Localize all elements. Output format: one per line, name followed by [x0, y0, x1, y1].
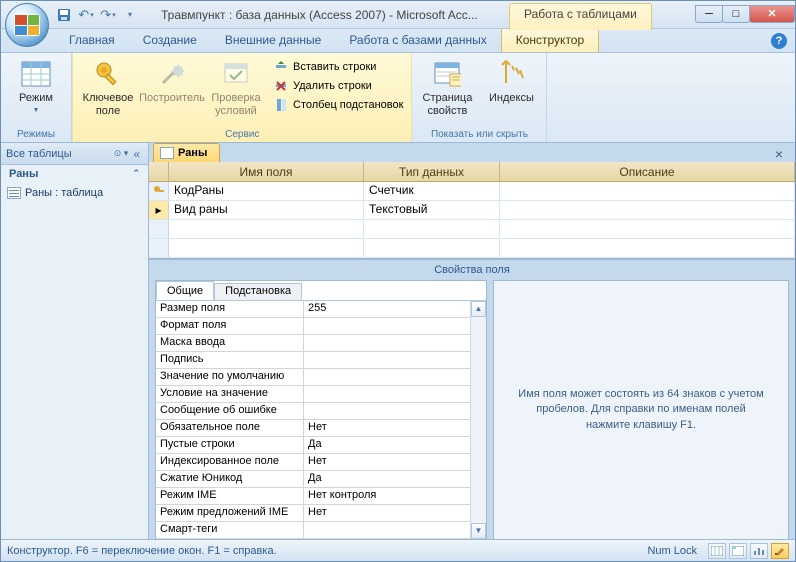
group-tools: Ключевое поле Построитель Проверка услов… [72, 53, 412, 142]
field-row-empty[interactable] [149, 220, 795, 239]
close-button[interactable]: ✕ [749, 5, 795, 23]
table-design-grid: Имя поля Тип данных Описание КодРаны Сче… [149, 162, 795, 539]
tab-design[interactable]: Конструктор [501, 27, 599, 52]
col-header-desc[interactable]: Описание [500, 162, 795, 181]
status-bar: Конструктор. F6 = переключение окон. F1 … [1, 539, 795, 561]
property-row[interactable]: Размер поля255 [156, 301, 486, 318]
col-header-type[interactable]: Тип данных [364, 162, 500, 181]
group-show-hide: Страница свойств Индексы Показать или ск… [412, 53, 547, 142]
lookup-column-button[interactable]: Столбец подстановок [269, 96, 407, 114]
navigation-pane: Все таблицы ⊙ ▾ « Раны ⌃ Раны : таблица [1, 143, 149, 539]
builder-button[interactable]: Построитель [141, 55, 203, 108]
property-row[interactable]: Режим предложений IMEНет [156, 505, 486, 522]
nav-table-item[interactable]: Раны : таблица [1, 183, 148, 203]
redo-icon[interactable]: ↷▾ [99, 6, 117, 24]
content-area: Все таблицы ⊙ ▾ « Раны ⌃ Раны : таблица … [1, 143, 795, 539]
titlebar: ↶▾ ↷▾ ▾ Травмпункт : база данных (Access… [1, 1, 795, 29]
pivot-chart-view-button[interactable] [750, 543, 768, 559]
row-selector[interactable]: ▸ [149, 201, 169, 219]
property-row[interactable]: Режим IMEНет контроля [156, 488, 486, 505]
field-row[interactable]: ▸ Вид раны Текстовый [149, 201, 795, 220]
property-row[interactable]: Значение по умолчанию [156, 369, 486, 386]
property-row[interactable]: Маска ввода [156, 335, 486, 352]
tab-lookup[interactable]: Подстановка [214, 283, 302, 300]
save-icon[interactable] [55, 6, 73, 24]
context-tab-caption: Работа с таблицами [509, 3, 652, 30]
property-row[interactable]: Обязательное полеНет [156, 420, 486, 437]
datasheet-view-button[interactable] [708, 543, 726, 559]
collapse-group-icon[interactable]: ⌃ [132, 168, 140, 180]
property-row[interactable]: Индексированное полеНет [156, 454, 486, 471]
property-sheet-button[interactable]: Страница свойств [416, 55, 478, 120]
insert-rows-button[interactable]: Вставить строки [269, 58, 407, 76]
quick-access-toolbar: ↶▾ ↷▾ ▾ [55, 6, 139, 24]
numlock-indicator: Num Lock [647, 545, 697, 557]
property-row[interactable]: Условие на значение [156, 386, 486, 403]
property-row[interactable]: Смарт-теги [156, 522, 486, 539]
undo-icon[interactable]: ↶▾ [77, 6, 95, 24]
navpane-filter-icon[interactable]: ⊙ ▾ [112, 148, 131, 159]
validation-icon [220, 58, 252, 90]
col-header-name[interactable]: Имя поля [169, 162, 364, 181]
view-button[interactable]: Режим ▼ [5, 55, 67, 118]
status-text: Конструктор. F6 = переключение окон. F1 … [7, 545, 277, 557]
access-window: ↶▾ ↷▾ ▾ Травмпункт : база данных (Access… [0, 0, 796, 562]
key-icon [92, 58, 124, 90]
office-button[interactable] [5, 3, 49, 47]
tab-create[interactable]: Создание [129, 28, 211, 52]
tab-external-data[interactable]: Внешние данные [211, 28, 336, 52]
maximize-button[interactable]: □ [722, 5, 750, 23]
close-tab-icon[interactable]: × [771, 146, 787, 162]
key-icon [153, 185, 165, 197]
properties-pane: Свойства поля Общие Подстановка Размер п… [149, 258, 795, 539]
window-title: Травмпункт : база данных (Access 2007) -… [161, 8, 478, 22]
main-area: Раны × Имя поля Тип данных Описание КодР… [149, 143, 795, 539]
indexes-icon [495, 58, 527, 90]
table-icon [160, 147, 174, 159]
property-sheet-icon [431, 58, 463, 90]
tab-database-tools[interactable]: Работа с базами данных [335, 28, 500, 52]
pivot-table-view-button[interactable] [729, 543, 747, 559]
group-views: Режим ▼ Режимы [1, 53, 72, 142]
row-selector[interactable] [149, 182, 169, 200]
property-help-pane: Имя поля может состоять из 64 знаков с у… [493, 280, 789, 539]
wand-icon [156, 58, 188, 90]
tab-general[interactable]: Общие [156, 281, 214, 300]
design-view-button[interactable] [771, 543, 789, 559]
delete-rows-button[interactable]: Удалить строки [269, 77, 407, 95]
property-row[interactable]: Пустые строкиДа [156, 437, 486, 454]
nav-group-header[interactable]: Раны ⌃ [1, 165, 148, 183]
tab-home[interactable]: Главная [55, 28, 129, 52]
delete-row-icon [273, 78, 289, 94]
navpane-header[interactable]: Все таблицы ⊙ ▾ « [1, 143, 148, 165]
object-tab-strip: Раны × [149, 143, 795, 162]
insert-row-icon [273, 59, 289, 75]
property-row[interactable]: Формат поля [156, 318, 486, 335]
navpane-collapse-icon[interactable]: « [130, 147, 143, 161]
lookup-icon [273, 97, 289, 113]
object-tab[interactable]: Раны [153, 143, 220, 162]
primary-key-button[interactable]: Ключевое поле [77, 55, 139, 120]
qat-customize-icon[interactable]: ▾ [121, 6, 139, 24]
property-row[interactable]: Сообщение об ошибке [156, 403, 486, 420]
test-rules-button[interactable]: Проверка условий [205, 55, 267, 120]
property-grid: Общие Подстановка Размер поля255Формат п… [155, 280, 487, 539]
table-icon [7, 187, 21, 199]
ribbon-tab-strip: Главная Создание Внешние данные Работа с… [1, 29, 795, 53]
field-row[interactable]: КодРаны Счетчик [149, 182, 795, 201]
property-row[interactable]: Подпись [156, 352, 486, 369]
property-row[interactable]: Сжатие ЮникодДа [156, 471, 486, 488]
row-selector-header[interactable] [149, 162, 169, 181]
scroll-down-icon[interactable]: ▼ [471, 523, 486, 539]
minimize-button[interactable]: ─ [695, 5, 723, 23]
scroll-up-icon[interactable]: ▲ [471, 301, 486, 317]
indexes-button[interactable]: Индексы [480, 55, 542, 108]
help-icon[interactable]: ? [771, 33, 787, 49]
ribbon: Режим ▼ Режимы Ключевое поле Построитель… [1, 53, 795, 143]
properties-title: Свойства поля [149, 260, 795, 280]
scrollbar[interactable]: ▲▼ [470, 301, 486, 539]
field-row-empty[interactable] [149, 239, 795, 258]
datasheet-icon [20, 58, 52, 90]
